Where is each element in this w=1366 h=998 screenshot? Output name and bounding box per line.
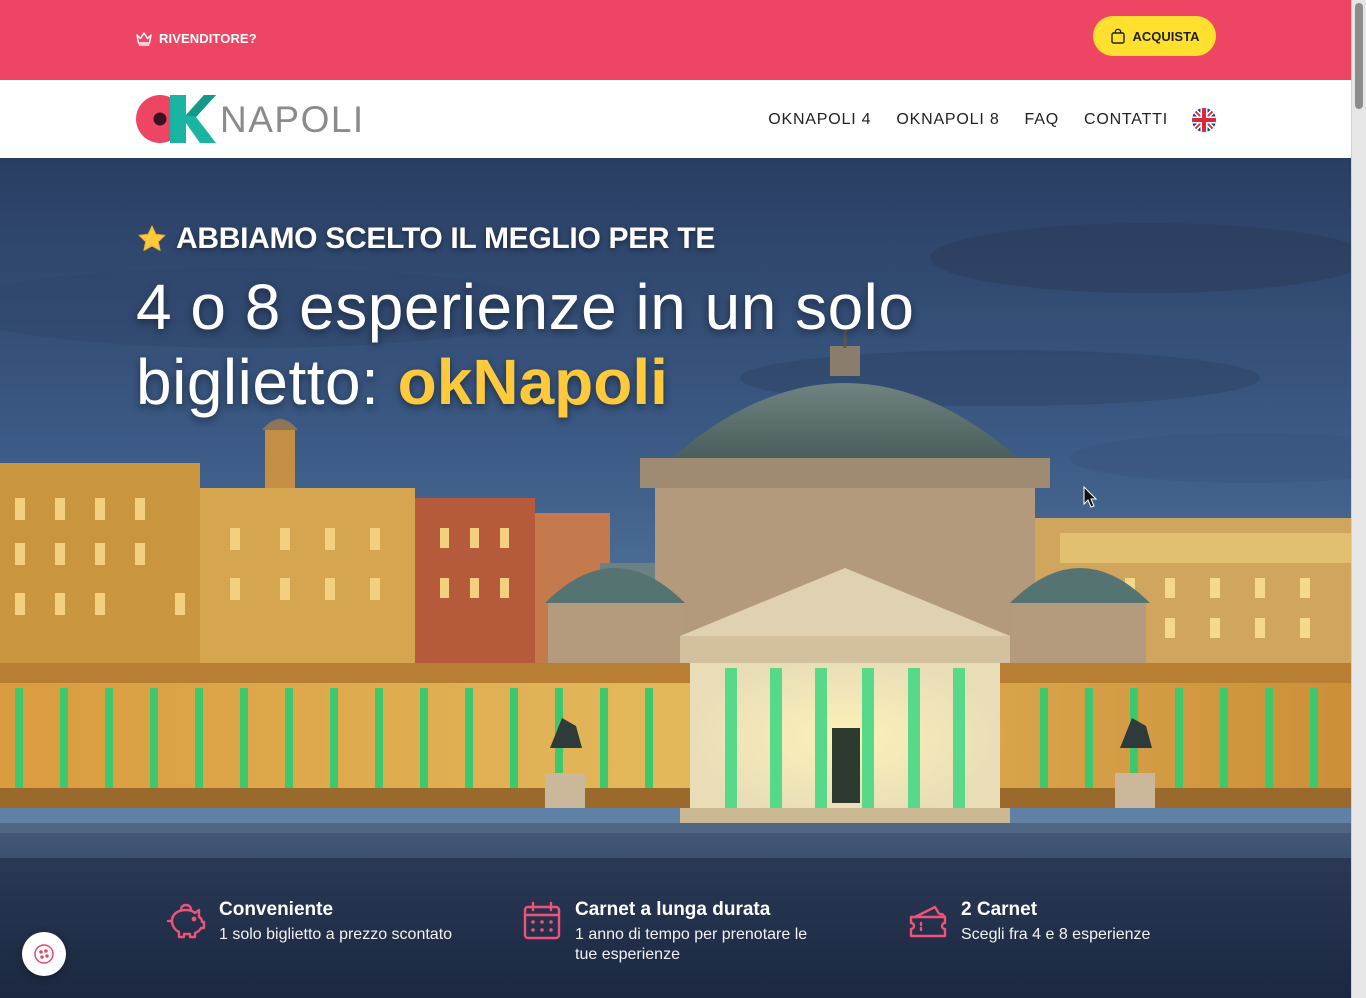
mouse-cursor-icon <box>1083 486 1097 508</box>
nav-item-oknapoli-4[interactable]: OKNAPOLI 4 <box>768 109 871 131</box>
hero-eyebrow-text: ABBIAMO SCELTO IL MEGLIO PER TE <box>176 222 716 255</box>
logo-text: NAPOLI <box>220 98 365 140</box>
hero-headline: 4 o 8 esperienze in un solo biglietto: o… <box>136 270 1036 420</box>
nav-item-faq[interactable]: FAQ <box>1025 109 1059 131</box>
star-icon <box>138 225 166 251</box>
feature-desc: Scegli fra 4 e 8 esperienze <box>961 926 1151 943</box>
feature-title: Carnet a lunga durata <box>575 899 771 920</box>
crown-icon <box>136 31 152 46</box>
feature-title: 2 Carnet <box>961 899 1038 920</box>
feature-desc: 1 anno di tempo per prenotare le tue esp… <box>575 926 808 963</box>
scrollbar-thumb[interactable] <box>1355 3 1363 109</box>
buy-button[interactable]: ACQUISTA <box>1093 16 1216 56</box>
headline-line-1: 4 o 8 esperienze in un solo <box>136 271 915 343</box>
cookie-settings-button[interactable] <box>22 932 66 976</box>
site-logo[interactable]: NAPOLI <box>136 95 366 143</box>
nav-item-contatti[interactable]: CONTATTI <box>1084 109 1168 131</box>
hero-eyebrow: ABBIAMO SCELTO IL MEGLIO PER TE <box>136 222 715 256</box>
ok-logo-icon <box>136 95 216 143</box>
nav-item-oknapoli-8[interactable]: OKNAPOLI 8 <box>896 109 999 131</box>
tickets-icon <box>909 905 947 938</box>
feature-item: 2 Carnet Scegli fra 4 e 8 esperienze <box>907 898 1237 945</box>
piggy-bank-icon <box>166 903 206 939</box>
feature-item: Conveniente 1 solo biglietto a prezzo sc… <box>165 898 495 945</box>
headline-brand: okNapoli <box>397 346 668 418</box>
uk-flag-icon <box>1192 108 1216 132</box>
page: RIVENDITORE? ACQUISTA NAPOLI OKNAPOLI 4 … <box>0 0 1351 998</box>
main-nav: OKNAPOLI 4 OKNAPOLI 8 FAQ CONTATTI <box>743 108 1216 132</box>
feature-desc: 1 solo biglietto a prezzo scontato <box>219 926 453 943</box>
reseller-link[interactable]: RIVENDITORE? <box>136 31 257 46</box>
feature-item: Carnet a lunga durata 1 anno di tempo pe… <box>521 898 831 965</box>
cookie-icon <box>34 944 54 964</box>
calendar-icon <box>523 901 561 940</box>
shopping-bag-icon <box>1110 28 1125 44</box>
buy-label: ACQUISTA <box>1132 28 1200 44</box>
page-scrollbar[interactable] <box>1351 0 1366 998</box>
features-strip: Conveniente 1 solo biglietto a prezzo sc… <box>0 858 1351 998</box>
feature-title: Conveniente <box>219 899 334 920</box>
headline-line-2: biglietto: <box>136 346 398 418</box>
reseller-label: RIVENDITORE? <box>159 31 257 46</box>
language-switcher[interactable] <box>1192 108 1216 132</box>
top-bar: RIVENDITORE? ACQUISTA <box>0 0 1351 80</box>
